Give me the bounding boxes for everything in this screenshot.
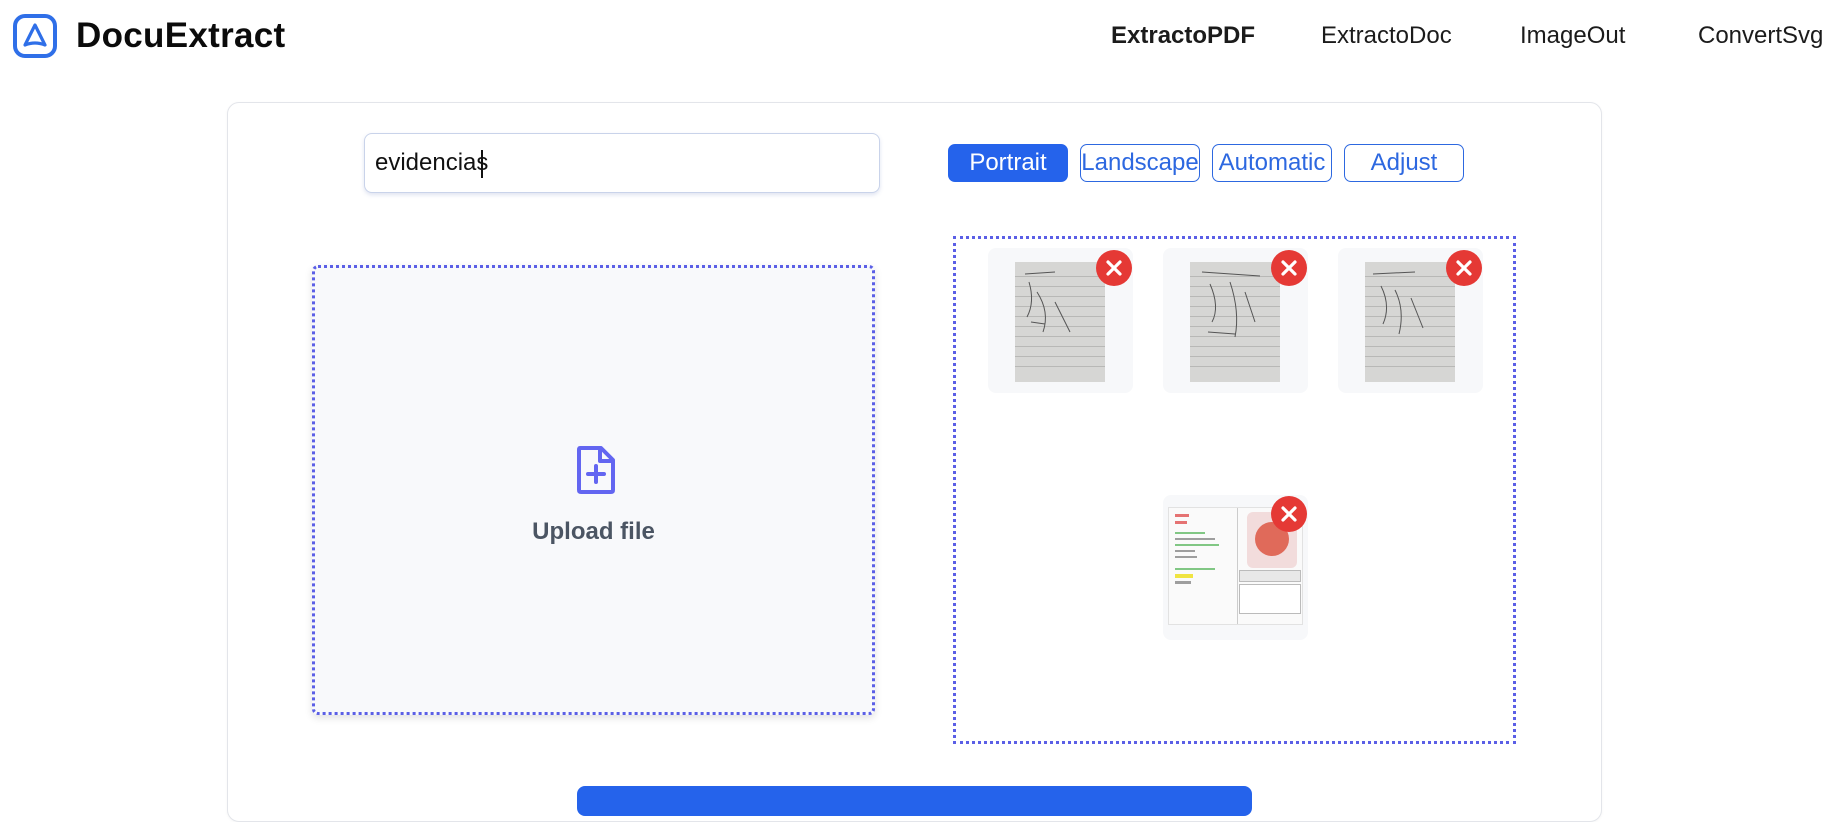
orientation-automatic-button[interactable]: Automatic [1212, 144, 1332, 182]
text-caret [481, 150, 483, 178]
brand-name[interactable]: DocuExtract [76, 16, 285, 56]
file-plus-icon [577, 446, 615, 494]
remove-preview-button[interactable] [1271, 250, 1307, 286]
notebook-page-image [1365, 262, 1455, 382]
a-letter-logo-icon[interactable] [13, 14, 57, 58]
nav-extractopdf[interactable]: ExtractoPDF [1111, 22, 1255, 50]
nav-extractodoc[interactable]: ExtractoDoc [1321, 22, 1452, 50]
close-circle-icon [1106, 260, 1122, 276]
orientation-portrait-button[interactable]: Portrait [948, 144, 1068, 182]
nav-convertsvg[interactable]: ConvertSvg [1698, 22, 1823, 50]
nav-imageout[interactable]: ImageOut [1520, 22, 1625, 50]
orientation-landscape-button[interactable]: Landscape [1080, 144, 1200, 182]
top-header: DocuExtract ExtractoPDF ExtractoDoc Imag… [0, 0, 1836, 76]
notebook-page-image [1015, 262, 1105, 382]
upload-dropzone[interactable]: Upload file [312, 265, 875, 715]
orientation-adjust-button[interactable]: Adjust [1344, 144, 1464, 182]
close-circle-icon [1456, 260, 1472, 276]
convert-button[interactable] [577, 786, 1252, 816]
close-circle-icon [1281, 260, 1297, 276]
close-circle-icon [1281, 506, 1297, 522]
upload-label: Upload file [532, 518, 655, 545]
filename-input[interactable] [364, 133, 880, 193]
remove-preview-button[interactable] [1096, 250, 1132, 286]
remove-preview-button[interactable] [1271, 496, 1307, 532]
notebook-page-image [1190, 262, 1280, 382]
remove-preview-button[interactable] [1446, 250, 1482, 286]
